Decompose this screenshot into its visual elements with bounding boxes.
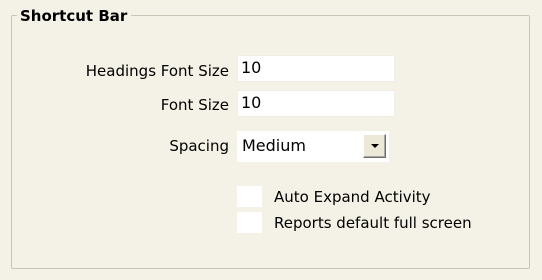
spacing-selected-value: Medium xyxy=(242,136,306,155)
headings-font-size-label: Headings Font Size xyxy=(85,62,229,80)
auto-expand-activity-label: Auto Expand Activity xyxy=(274,188,431,206)
spacing-select[interactable]: Medium xyxy=(237,131,389,162)
spacing-dropdown-button[interactable] xyxy=(363,134,386,158)
reports-default-full-screen-checkbox[interactable] xyxy=(237,212,262,233)
spacing-label: Spacing xyxy=(169,137,229,155)
reports-default-full-screen-label: Reports default full screen xyxy=(274,214,472,232)
headings-font-size-input[interactable]: 10 xyxy=(237,55,395,82)
auto-expand-activity-checkbox[interactable] xyxy=(237,186,262,207)
chevron-down-icon xyxy=(371,144,379,148)
group-title: Shortcut Bar xyxy=(17,8,132,24)
font-size-label: Font Size xyxy=(160,96,229,114)
font-size-input[interactable]: 10 xyxy=(237,90,395,117)
